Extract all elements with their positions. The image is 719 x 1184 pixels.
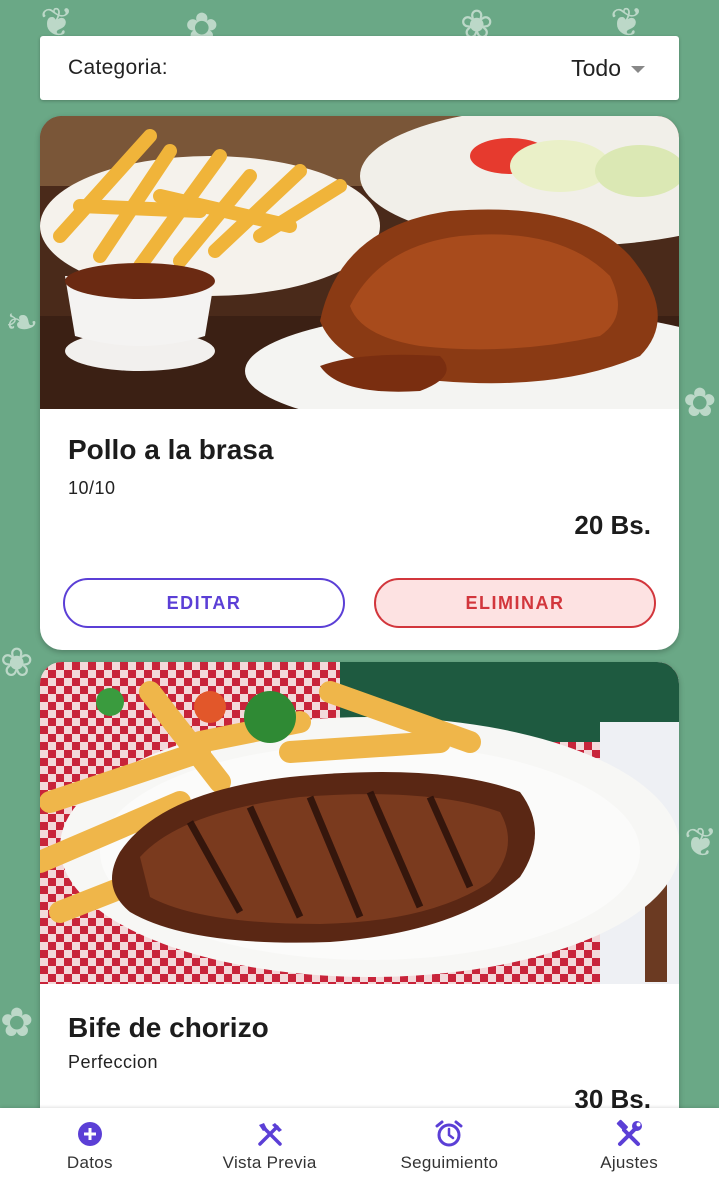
fork-knife-icon	[255, 1119, 285, 1149]
category-filter: Categoria: Todo	[40, 36, 679, 100]
nav-label: Ajustes	[600, 1153, 659, 1172]
item-subtitle: 10/10	[68, 478, 116, 498]
food-image	[40, 662, 679, 984]
category-dropdown[interactable]: Todo	[571, 55, 645, 82]
nav-label: Datos	[66, 1153, 113, 1172]
item-price: 20 Bs.	[574, 510, 651, 540]
menu-item-card: Bife de chorizo Perfeccion 30 Bs.	[40, 662, 679, 1108]
item-title: Pollo a la brasa	[68, 434, 274, 465]
grilled-steak-image	[40, 662, 679, 984]
nav-item-datos[interactable]: Datos	[0, 1108, 180, 1184]
bottom-navigation: Datos Vista Previa Seguimiento Ajustes	[0, 1108, 719, 1184]
category-selected-value[interactable]: Todo	[571, 55, 621, 82]
item-subtitle: Perfeccion	[68, 1052, 159, 1072]
nav-item-ajustes[interactable]: Ajustes	[539, 1108, 719, 1184]
dropdown-arrow-icon[interactable]	[631, 65, 645, 73]
food-image	[40, 116, 679, 409]
delete-button[interactable]: ELIMINAR	[374, 578, 656, 628]
nav-item-vista-previa[interactable]: Vista Previa	[180, 1108, 360, 1184]
roast-chicken-image	[40, 116, 679, 409]
category-label: Categoria:	[68, 56, 168, 79]
item-title: Bife de chorizo	[68, 1012, 269, 1043]
menu-list[interactable]: Categoria: Todo Pollo a la brasa 10/10 2…	[0, 0, 719, 1108]
nav-item-seguimiento[interactable]: Seguimiento	[360, 1108, 540, 1184]
tools-icon	[614, 1119, 644, 1149]
alarm-clock-icon	[434, 1119, 464, 1149]
menu-item-card: Pollo a la brasa 10/10 20 Bs. EDITAR ELI…	[40, 116, 679, 650]
plus-circle-icon	[75, 1119, 105, 1149]
edit-button[interactable]: EDITAR	[63, 578, 345, 628]
nav-label: Seguimiento	[400, 1153, 499, 1172]
item-price: 30 Bs.	[574, 1084, 651, 1108]
nav-label: Vista Previa	[222, 1153, 317, 1172]
